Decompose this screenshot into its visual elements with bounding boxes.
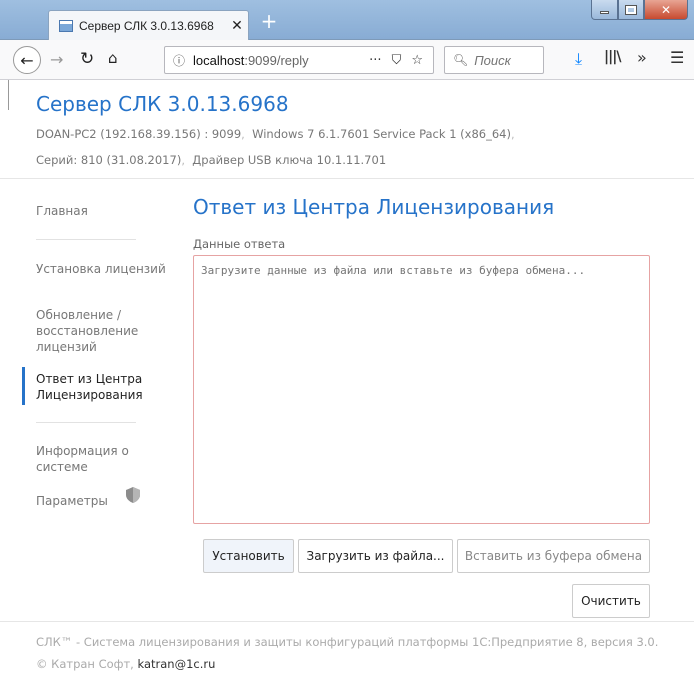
field-label: Данные ответа [193, 237, 286, 251]
url-path: :9099/reply [244, 52, 309, 68]
maximize-icon[interactable] [618, 0, 644, 20]
footer-divider [0, 621, 694, 622]
paste-button[interactable]: Вставить из буфера обмена [457, 539, 650, 573]
sidebar-item-reply[interactable]: Ответ из Центра Лицензирования [36, 371, 156, 403]
reload-icon[interactable]: ↻ [80, 49, 94, 69]
server-info: DOAN-PC2 (192.168.39.156) : 9099, Window… [36, 127, 515, 141]
separator: , [510, 127, 515, 141]
section-title: Ответ из Центра Лицензирования [193, 195, 555, 219]
star-icon[interactable]: ☆ [411, 53, 423, 68]
email-link[interactable]: katran@1c.ru [138, 657, 216, 671]
search-input[interactable] [474, 52, 545, 68]
browser-toolbar: ← → ↻ ⌂ ⓘ localhost:9099/reply ··· ⛉ ☆ 🔍… [0, 40, 694, 80]
sidebar-divider [36, 239, 136, 240]
host-info: DOAN-PC2 (192.168.39.156) : 9099 [36, 127, 242, 141]
library-icon[interactable]: |||\ [604, 49, 621, 65]
page-favicon-icon [59, 19, 73, 32]
tab-close-icon[interactable]: ✕ [226, 18, 248, 34]
address-bar[interactable]: ⓘ localhost:9099/reply ··· ⛉ ☆ [164, 46, 434, 74]
pocket-icon[interactable]: ⛉ [392, 53, 402, 68]
url-text[interactable]: localhost:9099/reply [193, 53, 369, 68]
window-close-icon[interactable]: ✕ [644, 0, 688, 20]
header-divider [0, 178, 694, 179]
sidebar-item-system-info[interactable]: Информация о системе [36, 443, 146, 475]
footer-line: СЛК™ - Система лицензирования и защиты к… [36, 635, 659, 649]
minimize-icon[interactable] [591, 0, 618, 20]
series-info: Серий: 810 (31.08.2017) [36, 153, 182, 167]
page-edge [8, 80, 9, 110]
sidebar-divider [36, 422, 136, 423]
chevron-double-right-icon[interactable]: » [637, 48, 647, 67]
forward-arrow-icon[interactable]: → [50, 50, 63, 69]
hamburger-menu-icon[interactable]: ☰ [670, 48, 684, 67]
info-icon[interactable]: ⓘ [173, 52, 185, 69]
new-tab-icon[interactable]: + [258, 10, 280, 34]
window-controls: ✕ [591, 0, 688, 20]
tab-title: Сервер СЛК 3.0.13.6968 [79, 18, 214, 33]
home-icon[interactable]: ⌂ [108, 49, 118, 67]
reply-data-textarea[interactable] [193, 255, 650, 524]
sidebar-item-install[interactable]: Установка лицензий [36, 261, 166, 277]
clear-button[interactable]: Очистить [572, 584, 650, 618]
footer-copyright-line: © Катран Софт, katran@1c.ru [36, 653, 658, 675]
url-host: localhost [193, 52, 245, 68]
sidebar-item-home[interactable]: Главная [36, 203, 166, 219]
install-button[interactable]: Установить [203, 539, 294, 573]
page-footer: СЛК™ - Система лицензирования и защиты к… [36, 631, 658, 675]
driver-info: Драйвер USB ключа 10.1.11.701 [192, 153, 387, 167]
search-icon: 🔍︎ [453, 53, 469, 67]
back-arrow-icon[interactable]: ← [13, 46, 41, 74]
browser-titlebar: Сервер СЛК 3.0.13.6968 ✕ + ✕ [0, 0, 694, 40]
sidebar-item-update[interactable]: Обновление / восстановление лицензий [36, 307, 156, 355]
separator: , [181, 153, 185, 167]
shield-icon [126, 487, 140, 503]
page-header: Сервер СЛК 3.0.13.6968 DOAN-PC2 (192.168… [36, 92, 515, 167]
download-icon[interactable]: ⤓ [575, 49, 582, 69]
sidebar-item-settings[interactable]: Параметры [36, 493, 116, 509]
separator: , [241, 127, 245, 141]
os-info: Windows 7 6.1.7601 Service Pack 1 (x86_6… [252, 127, 511, 141]
page-title: Сервер СЛК 3.0.13.6968 [36, 92, 289, 116]
ellipsis-icon[interactable]: ··· [369, 53, 381, 68]
search-box[interactable]: 🔍︎ [444, 46, 545, 74]
active-indicator [22, 367, 25, 405]
license-info: Серий: 810 (31.08.2017), Драйвер USB клю… [36, 153, 515, 167]
copyright: © Катран Софт, [36, 657, 134, 671]
load-file-button[interactable]: Загрузить из файла... [298, 539, 453, 573]
browser-tab[interactable]: Сервер СЛК 3.0.13.6968 ✕ [48, 10, 249, 40]
